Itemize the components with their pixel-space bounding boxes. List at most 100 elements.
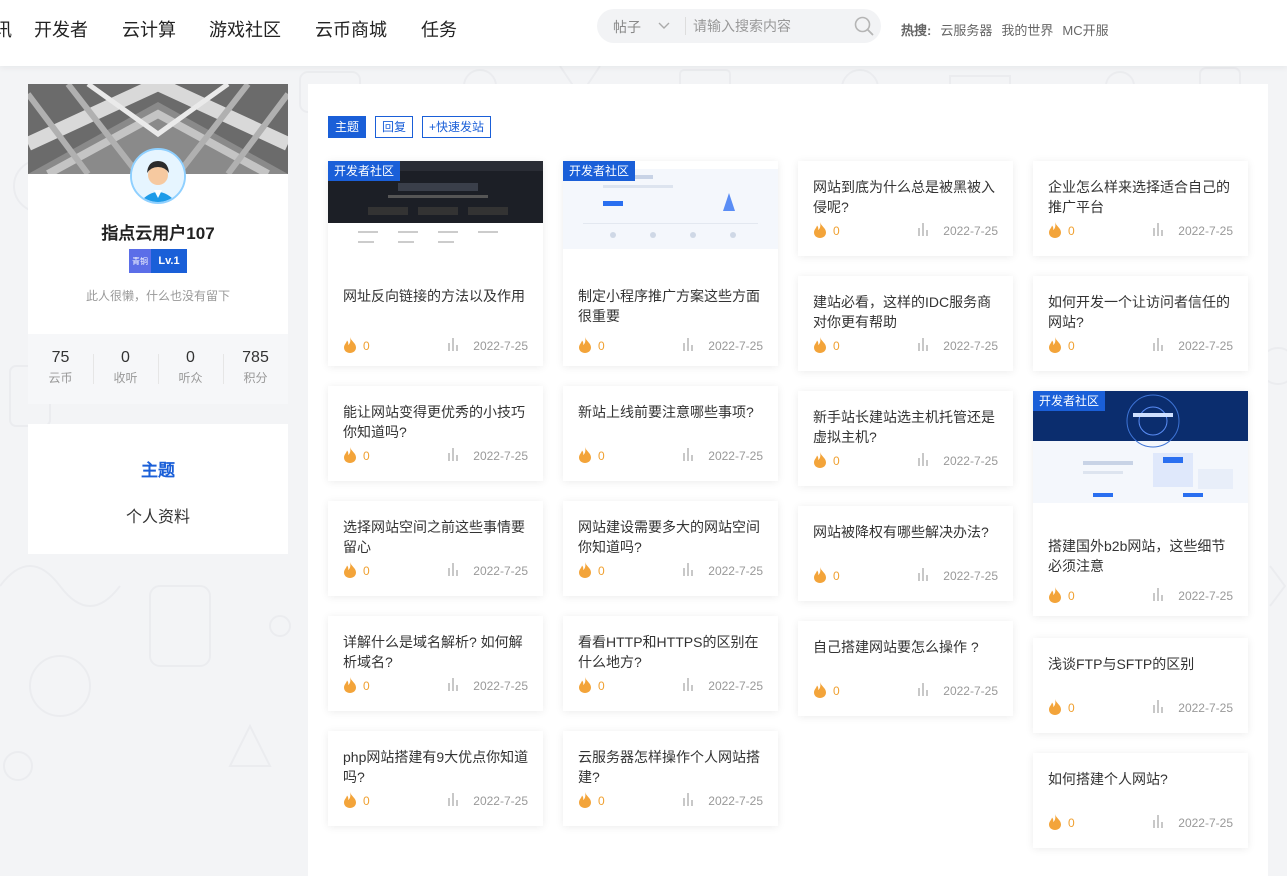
post-title[interactable]: 企业怎么样来选择适合自己的推广平台 [1048, 177, 1234, 217]
category-tag[interactable]: 开发者社区 [328, 161, 401, 181]
post-title[interactable]: 新站上线前要注意哪些事项? [578, 402, 764, 422]
post-title[interactable]: 网站被降权有哪些解决办法? [813, 522, 999, 542]
hot-search-item[interactable]: MC开服 [1062, 20, 1108, 39]
hot-search: 热搜: 云服务器 我的世界 MC开服 [901, 20, 1109, 39]
post-date: 2022-7-25 [943, 224, 998, 238]
menu-item-topics[interactable]: 主题 [28, 456, 288, 481]
fire-icon [814, 337, 826, 353]
fire-icon [814, 452, 826, 468]
post-date: 2022-7-25 [473, 339, 528, 353]
tab-replies[interactable]: 回复 [375, 116, 414, 138]
nav-item-cloud-computing[interactable]: 云计算 [122, 16, 176, 42]
hot-search-item[interactable]: 我的世界 [1001, 20, 1053, 39]
fire-icon [344, 337, 356, 353]
post-card[interactable]: 新手站长建站选主机托管还是虚拟主机? 0 2022-7-25 [798, 391, 1013, 486]
post-card[interactable]: 开发者社区 网址反向链接的方法以及作用 0 2022-7-25 [328, 161, 543, 366]
views-icon [1153, 338, 1163, 351]
post-title[interactable]: 建站必看，这样的IDC服务商对你更有帮助 [813, 292, 999, 332]
stat-points[interactable]: 785 积分 [223, 334, 288, 404]
post-card[interactable]: 网站建设需要多大的网站空间你知道吗? 0 2022-7-25 [563, 501, 778, 596]
post-card[interactable]: 开发者社区搭建国外b2b网站，这些细节必须注意 0 2022-7-25 [1033, 391, 1248, 616]
views-icon [918, 338, 928, 351]
post-card[interactable]: 企业怎么样来选择适合自己的推广平台 0 2022-7-25 [1033, 161, 1248, 256]
hot-search-item[interactable]: 云服务器 [940, 20, 992, 39]
post-card[interactable]: 如何搭建个人网站? 0 2022-7-25 [1033, 753, 1248, 848]
post-title[interactable]: 网站到底为什么总是被黑被入侵呢? [813, 177, 999, 217]
post-title[interactable]: 制定小程序推广方案这些方面很重要 [578, 286, 764, 326]
post-card[interactable]: 建站必看，这样的IDC服务商对你更有帮助 0 2022-7-25 [798, 276, 1013, 371]
post-title[interactable]: 如何开发一个让访问者信任的网站? [1048, 292, 1234, 332]
post-card[interactable]: 如何开发一个让访问者信任的网站? 0 2022-7-25 [1033, 276, 1248, 371]
post-title[interactable]: 云服务器怎样操作个人网站搭建? [578, 747, 764, 787]
post-title[interactable]: 自己搭建网站要怎么操作 ? [813, 637, 999, 657]
fire-icon [344, 792, 356, 808]
fire-icon [579, 562, 591, 578]
post-card[interactable]: 新站上线前要注意哪些事项? 0 2022-7-25 [563, 386, 778, 481]
post-date: 2022-7-25 [943, 339, 998, 353]
quick-post-button[interactable]: +快速发站 [422, 116, 492, 138]
category-tag[interactable]: 开发者社区 [563, 161, 636, 181]
content-tabs: 主题 回复 +快速发站 [328, 116, 492, 138]
search-type-select[interactable]: 帖子 [613, 17, 641, 37]
post-title[interactable]: 网站建设需要多大的网站空间你知道吗? [578, 517, 764, 557]
search-divider [685, 17, 686, 35]
post-meta: 0 2022-7-25 [1048, 587, 1233, 605]
tab-topics[interactable]: 主题 [328, 116, 367, 138]
nav-item-developer[interactable]: 开发者 [34, 16, 88, 42]
post-card[interactable]: 自己搭建网站要怎么操作 ? 0 2022-7-25 [798, 621, 1013, 716]
fire-icon [579, 447, 591, 463]
user-bio: 此人很懒，什么也没有留下 [85, 289, 230, 303]
post-title[interactable]: 如何搭建个人网站? [1048, 769, 1234, 789]
post-title[interactable]: 搭建国外b2b网站，这些细节必须注意 [1048, 536, 1234, 576]
nav-item-game-community[interactable]: 游戏社区 [209, 16, 281, 42]
nav-item-coin-mall[interactable]: 云币商城 [315, 16, 387, 42]
category-tag[interactable]: 开发者社区 [1033, 391, 1106, 411]
post-title[interactable]: 新手站长建站选主机托管还是虚拟主机? [813, 407, 999, 447]
fire-count: 0 [363, 564, 370, 578]
views-icon [1153, 815, 1163, 828]
post-card[interactable]: 选择网站空间之前这些事情要留心 0 2022-7-25 [328, 501, 543, 596]
stat-coins[interactable]: 75 云币 [28, 334, 93, 404]
post-date: 2022-7-25 [1178, 816, 1233, 830]
post-card[interactable]: 网站到底为什么总是被黑被入侵呢? 0 2022-7-25 [798, 161, 1013, 256]
post-card[interactable]: 开发者社区 制定小程序推广方案这些方面很重要 0 2022-7-25 [563, 161, 778, 366]
fire-icon [579, 677, 591, 693]
post-title[interactable]: 浅谈FTP与SFTP的区别 [1048, 654, 1234, 674]
post-card[interactable]: php网站搭建有9大优点你知道吗? 0 2022-7-25 [328, 731, 543, 826]
nav-item-tasks[interactable]: 任务 [421, 16, 457, 42]
menu-item-profile[interactable]: 个人资料 [28, 503, 288, 527]
post-card[interactable]: 浅谈FTP与SFTP的区别 0 2022-7-25 [1033, 638, 1248, 733]
hot-search-label: 热搜: [901, 23, 932, 38]
post-card[interactable]: 能让网站变得更优秀的小技巧你知道吗? 0 2022-7-25 [328, 386, 543, 481]
post-title[interactable]: 选择网站空间之前这些事情要留心 [343, 517, 529, 557]
post-card[interactable]: 网站被降权有哪些解决办法? 0 2022-7-25 [798, 506, 1013, 601]
post-date: 2022-7-25 [708, 564, 763, 578]
post-title[interactable]: 看看HTTP和HTTPS的区别在什么地方? [578, 632, 764, 672]
post-title[interactable]: php网站搭建有9大优点你知道吗? [343, 747, 529, 787]
nav-item-partial[interactable]: 讯 [0, 16, 12, 42]
fire-count: 0 [833, 569, 840, 583]
profile-menu: 主题 个人资料 [28, 424, 288, 554]
post-card[interactable]: 详解什么是域名解析? 如何解析域名? 0 2022-7-25 [328, 616, 543, 711]
views-icon [448, 563, 458, 576]
post-title[interactable]: 能让网站变得更优秀的小技巧你知道吗? [343, 402, 529, 442]
post-date: 2022-7-25 [1178, 701, 1233, 715]
views-icon [683, 563, 693, 576]
stat-label: 听众 [178, 371, 203, 385]
fire-count: 0 [1068, 701, 1075, 715]
stat-following[interactable]: 0 收听 [93, 334, 158, 404]
post-title[interactable]: 网址反向链接的方法以及作用 [343, 286, 529, 306]
post-card[interactable]: 云服务器怎样操作个人网站搭建? 0 2022-7-25 [563, 731, 778, 826]
post-card[interactable]: 看看HTTP和HTTPS的区别在什么地方? 0 2022-7-25 [563, 616, 778, 711]
search-input[interactable] [693, 14, 843, 38]
avatar[interactable] [130, 148, 186, 204]
search-icon[interactable] [853, 15, 875, 37]
stat-label: 积分 [243, 371, 268, 385]
post-date: 2022-7-25 [473, 679, 528, 693]
post-title[interactable]: 详解什么是域名解析? 如何解析域名? [343, 632, 529, 672]
stat-followers[interactable]: 0 听众 [158, 334, 223, 404]
top-navigation-bar: 讯 开发者 云计算 游戏社区 云币商城 任务 帖子 热搜: 云服务器 我的世界 … [0, 0, 1287, 66]
fire-count: 0 [598, 679, 605, 693]
chevron-down-icon[interactable] [657, 18, 671, 32]
views-icon [448, 448, 458, 461]
